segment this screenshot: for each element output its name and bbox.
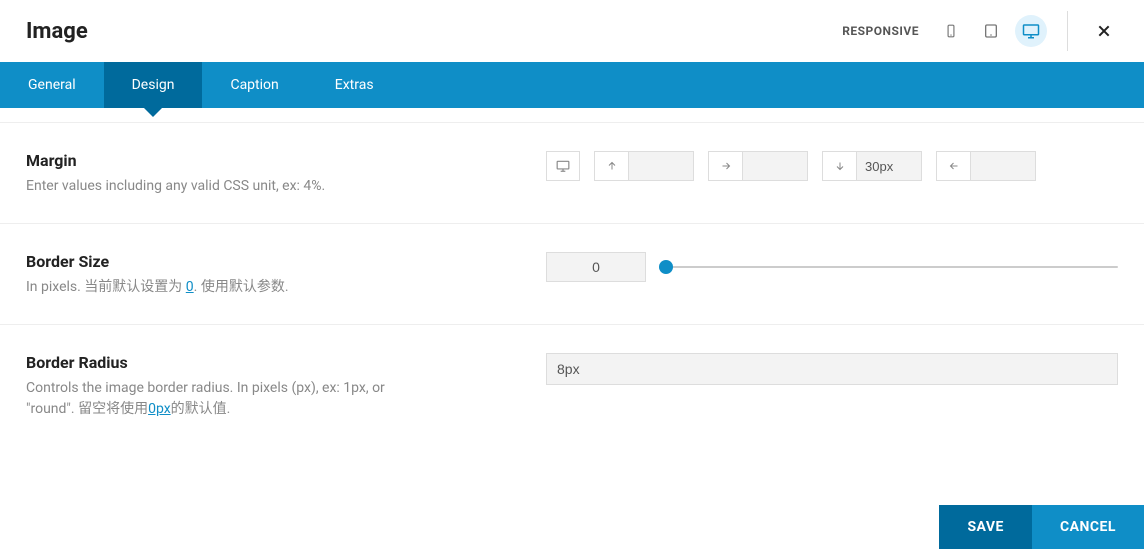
border-radius-default-link[interactable]: 0px [148,401,171,417]
border-radius-input[interactable] [546,353,1118,385]
margin-left-input[interactable] [970,151,1036,181]
margin-desc: Enter values including any valid CSS uni… [26,176,506,197]
divider [1067,11,1068,51]
margin-label: Margin [26,151,506,170]
tab-design[interactable]: Design [104,62,203,108]
header-right: RESPONSIVE [842,11,1120,51]
border-size-desc-suffix: . 使用默认参数. [194,279,289,295]
margin-bottom-input[interactable] [856,151,922,181]
desktop-icon[interactable] [1015,15,1047,47]
border-radius-desc-suffix: 的默认值. [171,401,231,417]
margin-left-col: Margin Enter values including any valid … [26,151,506,197]
footer-bar: SAVE CANCEL [939,505,1144,549]
tab-general[interactable]: General [0,62,104,108]
tab-caption[interactable]: Caption [202,62,306,108]
save-button[interactable]: SAVE [939,505,1032,549]
border-size-left-col: Border Size In pixels. 当前默认设置为 0. 使用默认参数… [26,252,506,298]
margin-row: Margin Enter values including any valid … [0,123,1144,224]
margin-device-icon[interactable] [546,151,580,181]
close-icon[interactable] [1088,19,1120,43]
phone-icon[interactable] [935,15,967,47]
responsive-label: RESPONSIVE [842,24,919,38]
margin-top-combo [594,151,694,181]
margin-top-input[interactable] [628,151,694,181]
border-size-default-link[interactable]: 0 [186,279,194,295]
border-size-input[interactable] [546,252,646,282]
border-size-row: Border Size In pixels. 当前默认设置为 0. 使用默认参数… [0,224,1144,325]
border-size-controls [546,252,1118,298]
border-size-slider[interactable] [666,266,1118,268]
cancel-button[interactable]: CANCEL [1032,505,1144,549]
border-size-desc: In pixels. 当前默认设置为 0. 使用默认参数. [26,277,506,298]
arrow-down-icon[interactable] [822,151,856,181]
margin-right-input[interactable] [742,151,808,181]
header-bar: Image RESPONSIVE [0,0,1144,62]
margin-bottom-combo [822,151,922,181]
content-area: Margin Enter values including any valid … [0,123,1144,446]
border-radius-label: Border Radius [26,353,506,372]
border-radius-row: Border Radius Controls the image border … [0,325,1144,446]
margin-left-combo [936,151,1036,181]
margin-right-combo [708,151,808,181]
border-size-desc-prefix: In pixels. 当前默认设置为 [26,279,186,295]
tablet-icon[interactable] [975,15,1007,47]
border-size-label: Border Size [26,252,506,271]
border-radius-desc: Controls the image border radius. In pix… [26,378,426,420]
margin-controls [546,151,1118,197]
border-radius-left-col: Border Radius Controls the image border … [26,353,506,420]
tabs-bar: General Design Caption Extras [0,62,1144,108]
tab-extras[interactable]: Extras [307,62,402,108]
arrow-right-icon[interactable] [708,151,742,181]
page-title: Image [26,19,88,44]
slider-thumb[interactable] [659,260,673,274]
border-radius-controls [546,353,1118,420]
arrow-up-icon[interactable] [594,151,628,181]
arrow-left-icon[interactable] [936,151,970,181]
